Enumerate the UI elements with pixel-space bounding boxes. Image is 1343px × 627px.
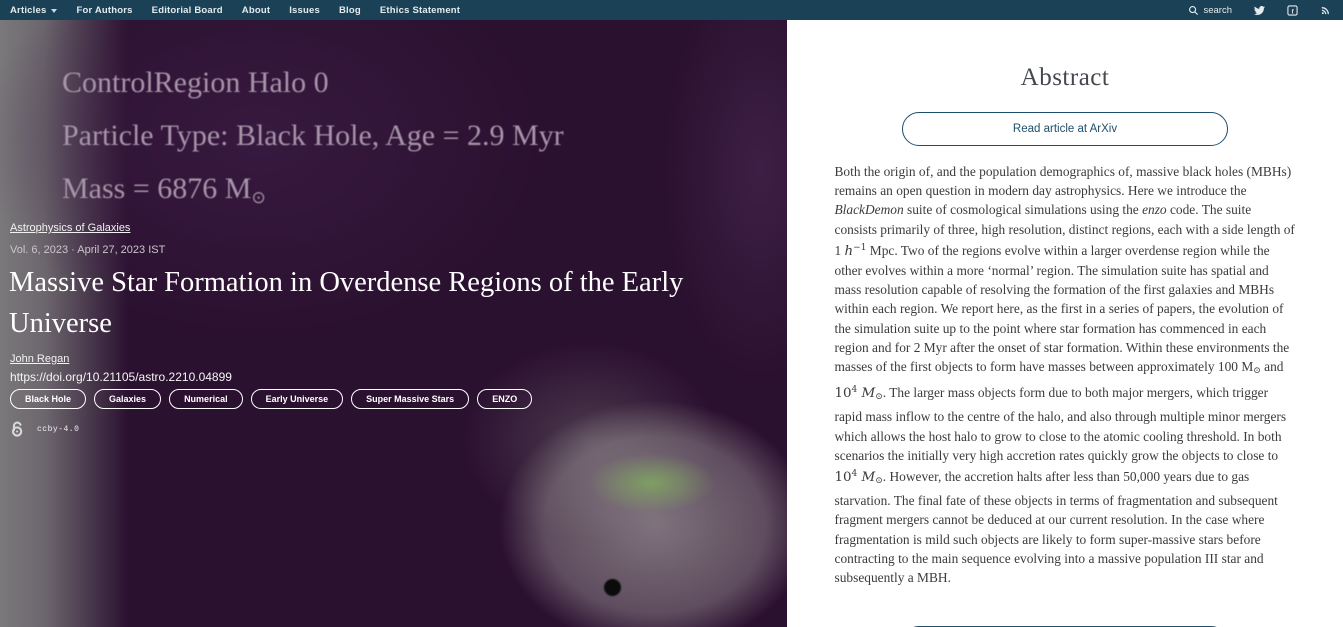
nav-item-label: Editorial Board bbox=[152, 5, 223, 16]
simulation-caption: ControlRegion Halo 0 Particle Type: Blac… bbox=[62, 56, 564, 224]
search-icon bbox=[1188, 5, 1199, 16]
abstract-segment: suite of cosmological simulations using … bbox=[904, 202, 1142, 217]
abstract-segment: h bbox=[845, 244, 854, 259]
chevron-down-icon bbox=[51, 9, 57, 13]
nav-item-label: Articles bbox=[10, 5, 46, 16]
page: Articles For Authors Editorial Board About I… bbox=[0, 0, 1343, 627]
rss-icon bbox=[1320, 5, 1331, 16]
rss-link[interactable] bbox=[1320, 5, 1331, 16]
nav-item-label: Ethics Statement bbox=[380, 5, 460, 16]
abstract-segment: ⊙ bbox=[875, 392, 883, 402]
nav-item-about[interactable]: About bbox=[242, 5, 270, 16]
nav-item-editorial-board[interactable]: Editorial Board bbox=[152, 5, 223, 16]
author-link[interactable]: John Regan bbox=[10, 353, 69, 365]
tag-galaxies[interactable]: Galaxies bbox=[94, 389, 161, 409]
abstract-segment: . However, the accretion halts after les… bbox=[835, 469, 1278, 585]
nav-item-issues[interactable]: Issues bbox=[289, 5, 320, 16]
license-label: ccby-4.0 bbox=[37, 425, 79, 434]
nav-item-label: For Authors bbox=[76, 5, 132, 16]
article-hero: ControlRegion Halo 0 Particle Type: Blac… bbox=[0, 20, 787, 627]
category-link[interactable]: Astrophysics of Galaxies bbox=[10, 222, 130, 234]
abstract-segment: Mpc. Two of the regions evolve within a … bbox=[835, 243, 1290, 374]
twitter-link[interactable] bbox=[1254, 5, 1265, 16]
nav-item-label: About bbox=[242, 5, 270, 16]
tag-black-hole[interactable]: Black Hole bbox=[10, 389, 86, 409]
read-arxiv-button-top[interactable]: Read article at ArXiv bbox=[902, 112, 1228, 146]
tag-numerical[interactable]: Numerical bbox=[169, 389, 243, 409]
nav-right: search f bbox=[1188, 5, 1331, 16]
facebook-icon: f bbox=[1287, 5, 1298, 16]
twitter-icon bbox=[1254, 5, 1265, 16]
issue-date: Vol. 6, 2023 · April 27, 2023 IST bbox=[10, 244, 165, 256]
caption-line-3: Mass = 6876 M⊙ bbox=[62, 162, 564, 224]
abstract-segment: −1 bbox=[853, 243, 866, 253]
abstract-segment: ⊙ bbox=[1253, 366, 1261, 376]
search-label: search bbox=[1203, 5, 1232, 16]
abstract-panel: Abstract Read article at ArXiv Both the … bbox=[787, 20, 1343, 627]
abstract-segment: enzo bbox=[1142, 202, 1167, 217]
abstract-text: Both the origin of, and the population d… bbox=[835, 162, 1296, 587]
abstract-segment: Both the origin of, and the population d… bbox=[835, 164, 1292, 198]
tag-list: Black Hole Galaxies Numerical Early Univers… bbox=[10, 389, 532, 409]
search-button[interactable]: search bbox=[1188, 5, 1232, 16]
abstract-segment: ⊙ bbox=[875, 476, 883, 486]
caption-line-2: Particle Type: Black Hole, Age = 2.9 Myr bbox=[62, 109, 564, 162]
tag-early-universe[interactable]: Early Universe bbox=[251, 389, 344, 409]
facebook-link[interactable]: f bbox=[1287, 5, 1298, 16]
abstract-segment: M bbox=[857, 386, 875, 401]
abstract-segment: 10 bbox=[835, 386, 852, 401]
open-access-icon bbox=[8, 420, 27, 439]
nav-item-label: Issues bbox=[289, 5, 320, 16]
tag-super-massive-stars[interactable]: Super Massive Stars bbox=[351, 389, 469, 409]
abstract-segment: 10 bbox=[835, 470, 852, 485]
nav-item-articles[interactable]: Articles bbox=[10, 5, 57, 16]
tag-enzo[interactable]: ENZO bbox=[477, 389, 532, 409]
blackhole-dot bbox=[604, 579, 621, 596]
nav-item-for-authors[interactable]: For Authors bbox=[76, 5, 132, 16]
article-title: Massive Star Formation in Overdense Regi… bbox=[9, 262, 787, 344]
abstract-segment: . The larger mass objects form due to bo… bbox=[835, 385, 1287, 463]
top-navbar: Articles For Authors Editorial Board About I… bbox=[0, 0, 1343, 20]
license-row: ccby-4.0 bbox=[8, 420, 79, 439]
abstract-heading: Abstract bbox=[787, 64, 1343, 92]
nav-item-label: Blog bbox=[339, 5, 361, 16]
nav-item-ethics-statement[interactable]: Ethics Statement bbox=[380, 5, 460, 16]
abstract-segment: BlackDemon bbox=[835, 202, 904, 217]
doi-text: https://doi.org/10.21105/astro.2210.0489… bbox=[10, 370, 232, 384]
nav-item-blog[interactable]: Blog bbox=[339, 5, 361, 16]
nav-menu: Articles For Authors Editorial Board About I… bbox=[10, 5, 460, 16]
svg-text:f: f bbox=[1292, 8, 1295, 15]
abstract-segment: and bbox=[1261, 359, 1284, 374]
caption-line-1: ControlRegion Halo 0 bbox=[62, 56, 564, 109]
abstract-segment: M bbox=[857, 470, 875, 485]
